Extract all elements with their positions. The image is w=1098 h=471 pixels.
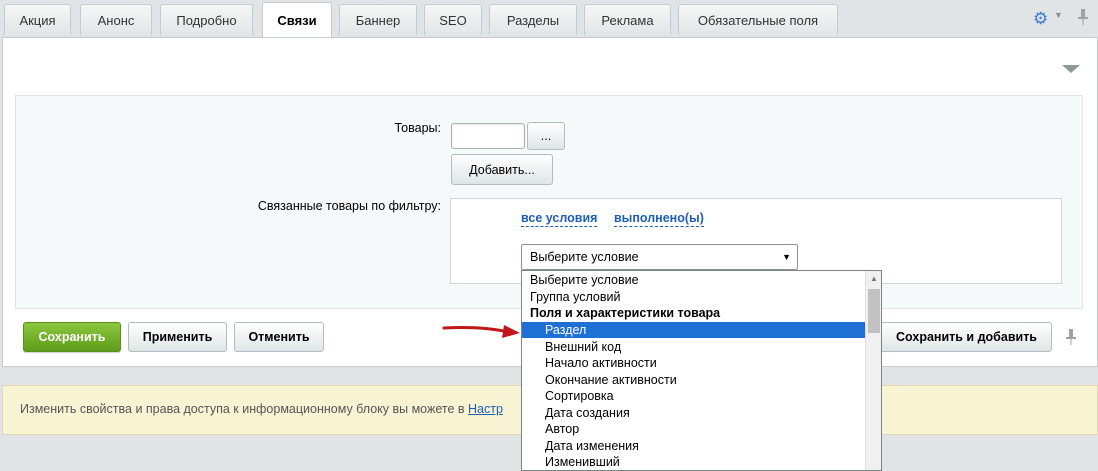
filter-label: Связанные товары по фильтру:	[257, 199, 441, 213]
dropdown-option[interactable]: Окончание активности	[522, 372, 865, 388]
scrollbar-thumb[interactable]	[868, 289, 880, 333]
tab-seo[interactable]: SEO	[424, 4, 482, 35]
chevron-down-icon[interactable]: ▼	[1054, 10, 1063, 20]
dropdown-option[interactable]: Поля и характеристики товара	[522, 305, 865, 321]
condition-select-value: Выберите условие	[530, 250, 639, 264]
condition-dropdown-list[interactable]: Выберите условие Группа условий Поля и хар…	[521, 270, 882, 471]
gear-icon[interactable]: ⚙	[1033, 10, 1051, 28]
pin-icon[interactable]	[1077, 8, 1089, 26]
condition-select[interactable]: Выберите условие ▼	[521, 244, 798, 270]
dropdown-option[interactable]: Начало активности	[522, 355, 865, 371]
collapse-icon[interactable]	[1062, 65, 1080, 73]
settings-link[interactable]: Настр	[468, 402, 503, 416]
apply-button[interactable]: Применить	[128, 322, 227, 352]
dropdown-option[interactable]: Изменивший	[522, 454, 865, 470]
dropdown-option[interactable]: Группа условий	[522, 289, 865, 305]
dropdown-option[interactable]: Раздел	[522, 322, 865, 338]
cancel-button[interactable]: Отменить	[234, 322, 324, 352]
pin-icon[interactable]	[1065, 328, 1077, 346]
tab-required-fields[interactable]: Обязательные поля	[678, 4, 838, 35]
tab-announce[interactable]: Анонс	[80, 4, 152, 35]
scroll-up-icon[interactable]: ▲	[870, 274, 878, 283]
tab-action[interactable]: Акция	[4, 4, 71, 35]
save-and-add-button[interactable]: Сохранить и добавить	[870, 322, 1052, 352]
dropdown-option[interactable]: Выберите условие	[522, 272, 865, 288]
tab-banner[interactable]: Баннер	[339, 4, 417, 35]
dropdown-option[interactable]: Дата изменения	[522, 438, 865, 454]
tab-sections[interactable]: Разделы	[489, 4, 577, 35]
browse-button[interactable]: ...	[527, 122, 565, 150]
dropdown-option[interactable]: Сортировка	[522, 388, 865, 404]
dropdown-option[interactable]: Внешний код	[522, 339, 865, 355]
add-button[interactable]: Добавить...	[451, 154, 553, 185]
scrollbar[interactable]: ▲	[865, 271, 881, 470]
fulfilled-link[interactable]: выполнено(ы)	[614, 211, 704, 227]
arrow-annotation	[442, 325, 520, 338]
tab-bar: Акция Анонс Подробно Связи Баннер SEO Ра…	[0, 0, 1098, 38]
tab-ads[interactable]: Реклама	[584, 4, 671, 35]
tab-details[interactable]: Подробно	[160, 4, 253, 35]
all-conditions-link[interactable]: все условия	[521, 211, 598, 227]
dropdown-option[interactable]: Автор	[522, 421, 865, 437]
info-text: Изменить свойства и права доступа к инфо…	[20, 402, 503, 416]
dropdown-option[interactable]: Дата создания	[522, 405, 865, 421]
save-button[interactable]: Сохранить	[23, 322, 121, 352]
goods-label: Товары:	[394, 121, 441, 135]
chevron-down-icon: ▼	[782, 252, 791, 262]
goods-input[interactable]	[451, 123, 525, 149]
tab-links[interactable]: Связи	[262, 2, 332, 38]
